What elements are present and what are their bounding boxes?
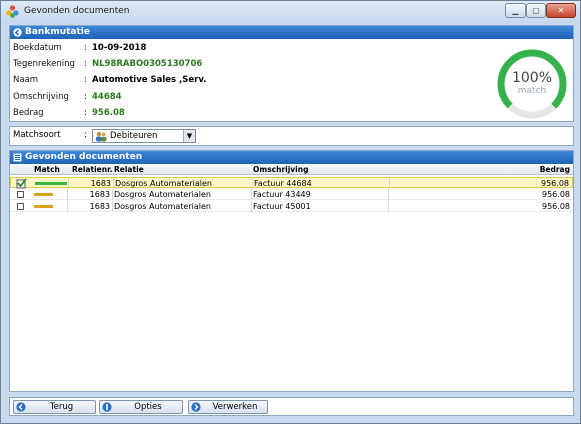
cell-relatienr: 1683 [89, 202, 110, 211]
chevron-down-icon[interactable]: ▼ [183, 130, 195, 142]
field-value-bedrag: 956.08 [92, 108, 125, 118]
process-button[interactable]: Verwerken [188, 400, 268, 414]
button-bar: Terug Opties Verwerken [9, 397, 574, 416]
match-gauge-label: match [517, 86, 547, 96]
cell-omschrijving: Factuur 44684 [254, 179, 312, 188]
match-bar [35, 182, 67, 185]
options-button-label: Opties [134, 402, 162, 412]
table-row[interactable]: 1683 Dosgros Automaterialen Factuur 4468… [10, 177, 573, 189]
field-label: Tegenrekening [13, 59, 75, 69]
cell-relatienr: 1683 [90, 179, 111, 188]
field-value-naam: Automotive Sales ,Serv. [92, 75, 207, 85]
matchsoort-label: Matchsoort [13, 130, 61, 140]
field-label: Omschrijving [13, 92, 69, 102]
documents-header: Gevonden documenten [10, 151, 573, 164]
cell-relatie: Dosgros Automaterialen [114, 190, 211, 199]
back-arrow-icon [16, 402, 26, 412]
cell-bedrag: 956.08 [541, 179, 569, 188]
process-button-label: Verwerken [212, 402, 258, 412]
column-header-relatienr[interactable]: Relatienr. [72, 164, 113, 175]
field-value-tegenrekening: NL98RABO0305130706 [92, 59, 203, 69]
match-gauge: 100% match [494, 46, 570, 122]
bank-mutation-title: Bankmutatie [25, 27, 90, 37]
field-colon: : [84, 75, 87, 85]
field-label: Bedrag [13, 108, 44, 118]
collapse-arrow-icon[interactable] [13, 28, 22, 37]
back-button[interactable]: Terug [13, 400, 96, 414]
column-header-relatie[interactable]: Relatie [114, 164, 144, 175]
field-colon: : [84, 108, 87, 118]
match-bar [34, 205, 53, 208]
back-button-label: Terug [49, 402, 74, 412]
bank-mutation-header: Bankmutatie [10, 26, 573, 39]
app-logo-icon [6, 5, 19, 18]
cell-bedrag: 956.08 [542, 202, 570, 211]
column-header-match[interactable]: Match [34, 164, 60, 175]
field-label: Naam [13, 75, 39, 85]
match-percentage: 100% [511, 70, 553, 86]
minimize-icon: ▁ [512, 6, 519, 15]
minimize-button[interactable]: ▁ [505, 3, 526, 18]
maximize-icon: ▢ [532, 6, 540, 15]
checked-icon[interactable] [16, 178, 27, 189]
field-value-boekdatum: 10-09-2018 [92, 43, 147, 53]
cell-relatie: Dosgros Automaterialen [114, 202, 211, 211]
column-header-bedrag[interactable]: Bedrag [540, 164, 570, 175]
options-button[interactable]: Opties [99, 400, 183, 414]
cell-relatie: Dosgros Automaterialen [115, 179, 212, 188]
title-bar[interactable]: Gevonden documenten ▁ ▢ ✕ [1, 1, 580, 23]
table-row[interactable]: 1683 Dosgros Automaterialen Factuur 4344… [10, 189, 573, 200]
list-icon [13, 153, 22, 162]
field-colon: : [84, 43, 87, 53]
people-icon [96, 131, 107, 142]
options-icon [102, 402, 112, 412]
row-checkbox[interactable] [17, 203, 24, 210]
forward-arrow-icon [191, 402, 201, 412]
field-value-omschrijving: 44684 [92, 92, 122, 102]
close-button[interactable]: ✕ [546, 3, 576, 18]
maximize-button[interactable]: ▢ [526, 3, 546, 18]
cell-omschrijving: Factuur 45001 [253, 202, 311, 211]
matchsoort-selected: Debiteuren [110, 131, 158, 141]
match-bar [34, 193, 53, 196]
field-colon: : [84, 92, 87, 102]
cell-relatienr: 1683 [89, 190, 110, 199]
matchsoort-select[interactable]: Debiteuren ▼ [92, 129, 196, 143]
documents-panel: Gevonden documenten Match Relatienr. Rel… [9, 150, 574, 392]
field-label: Boekdatum [13, 43, 62, 53]
window: Gevonden documenten ▁ ▢ ✕ Bankmutatie Bo… [0, 0, 581, 424]
table-row[interactable]: 1683 Dosgros Automaterialen Factuur 4500… [10, 201, 573, 212]
bank-mutation-panel: Bankmutatie Boekdatum : 10-09-2018 Tegen… [9, 25, 574, 122]
close-icon: ✕ [557, 6, 565, 15]
matchsoort-colon: : [84, 130, 87, 140]
row-checkbox[interactable] [17, 191, 24, 198]
documents-title: Gevonden documenten [25, 152, 143, 162]
matchsoort-panel: Matchsoort : Debiteuren ▼ [9, 126, 574, 146]
column-header-omschrijving[interactable]: Omschrijving [253, 164, 308, 175]
window-title: Gevonden documenten [24, 6, 130, 16]
cell-bedrag: 956.08 [542, 190, 570, 199]
cell-omschrijving: Factuur 43449 [253, 190, 311, 199]
table-header: Match Relatienr. Relatie Omschrijving Be… [10, 164, 573, 175]
field-colon: : [84, 59, 87, 69]
